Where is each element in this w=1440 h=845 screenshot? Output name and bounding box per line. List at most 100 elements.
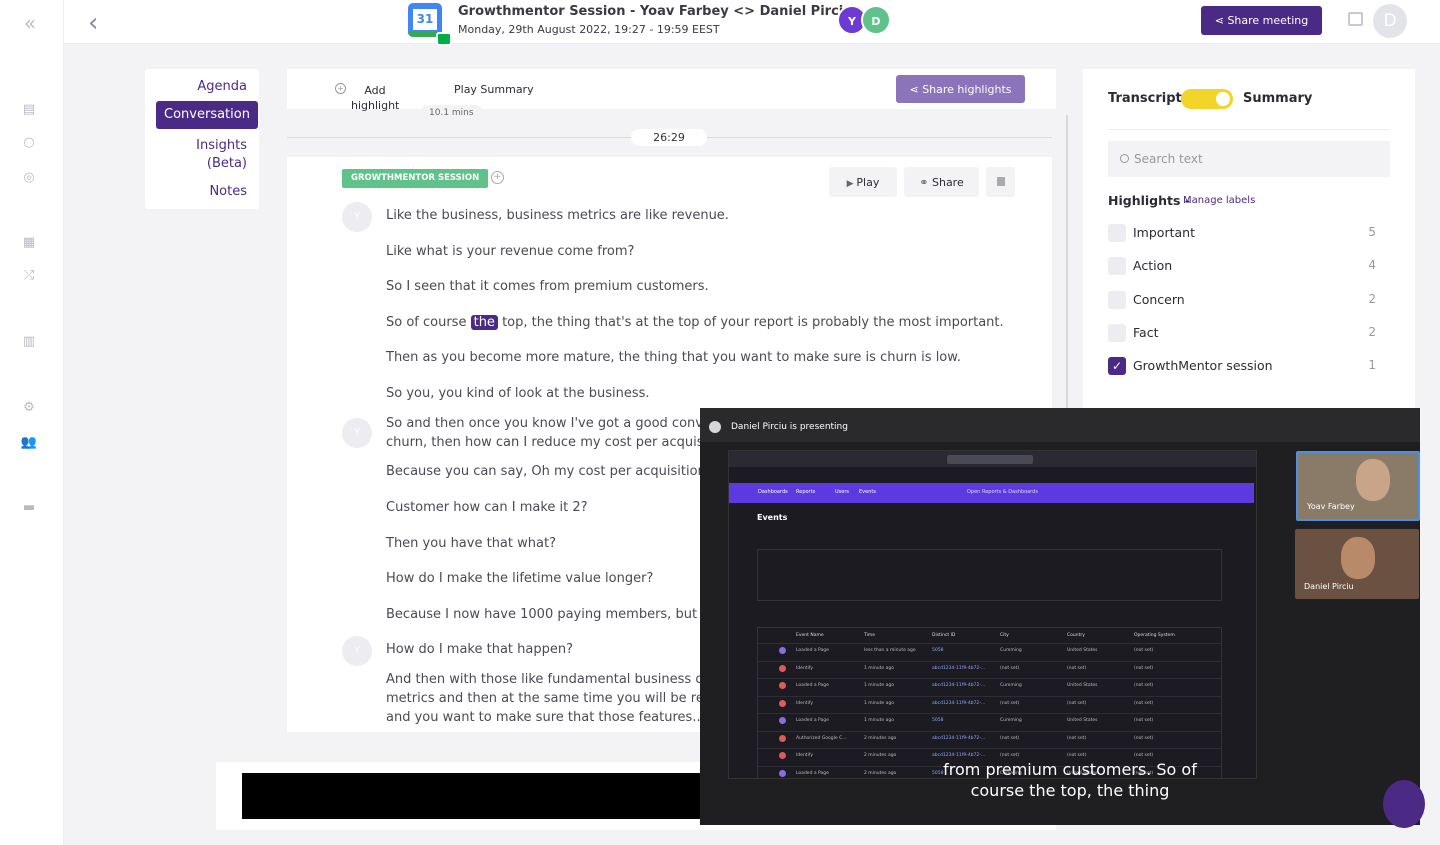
table-cell: 5058	[932, 718, 944, 723]
highlight-tag[interactable]: GROWTHMENTOR SESSION	[342, 169, 489, 188]
timeline-time: 26:29	[631, 129, 707, 146]
dashboard-icon[interactable]: ▦	[20, 234, 38, 252]
globe-icon[interactable]: ◎	[20, 169, 38, 187]
share-button[interactable]: ⚭ Share	[904, 167, 979, 197]
transcript-line[interactable]: How do I make the lifetime value longer?	[386, 570, 653, 588]
table-header-cell: Time	[864, 633, 876, 638]
team-icon[interactable]: 👥	[20, 434, 38, 452]
collapse-icon[interactable]: «	[18, 13, 42, 33]
table-cell: (not set)	[1134, 700, 1154, 706]
transcript-line[interactable]: Like the business, business metrics are …	[386, 207, 729, 225]
table-cell: abcd1234-11f9-4b72-...	[932, 753, 986, 758]
transcript-line[interactable]: Because you can say, Oh my cost per acqu…	[386, 463, 706, 481]
highlights-heading: Highlights -	[1108, 193, 1190, 208]
checkbox[interactable]	[1108, 224, 1126, 242]
play-summary-button[interactable]: Play Summary	[454, 83, 534, 96]
highlights-panel: Transcript Summary Highlights - Manage l…	[1083, 69, 1415, 414]
transcript-line[interactable]: So you, you kind of look at the business…	[386, 385, 650, 403]
highlight-filter-row[interactable]: ✓ GrowthMentor session 1	[1108, 356, 1376, 376]
highlight-filter-row[interactable]: Important 5	[1108, 223, 1376, 243]
meeting-date: Monday, 29th August 2022, 19:27 - 19:59 …	[458, 23, 720, 36]
table-cell: (not set)	[1000, 735, 1020, 741]
share-meeting-button[interactable]: ⋖ Share meeting	[1201, 6, 1322, 35]
highlight-filter-row[interactable]: Action 4	[1108, 256, 1376, 276]
checkbox[interactable]	[1108, 291, 1126, 309]
table-cell: Authorized Google C...	[796, 735, 847, 741]
table-cell: (not set)	[1134, 665, 1154, 671]
transcript-line[interactable]: and you want to make sure that those fea…	[386, 709, 705, 727]
settings-icon[interactable]: ⚙	[20, 399, 38, 417]
back-arrow-icon[interactable]: ‹	[88, 8, 98, 38]
table-cell: Identify	[796, 753, 813, 758]
share-highlights-button[interactable]: ⋖ Share highlights	[896, 75, 1025, 103]
transcript-line[interactable]: Customer how can I make it 2?	[386, 499, 588, 517]
table-cell: less than a minute ago	[864, 648, 916, 653]
tab-agenda[interactable]: Agenda	[197, 79, 247, 94]
notes-icon[interactable]: ▤	[20, 101, 38, 119]
checkbox[interactable]	[1108, 257, 1126, 275]
table-cell: Cumming	[1000, 648, 1022, 653]
highlight-filter-row[interactable]: Fact 2	[1108, 323, 1376, 343]
chart-icon[interactable]: ▥	[20, 333, 38, 351]
transcript-line[interactable]: So of course the top, the thing that's a…	[386, 314, 1004, 332]
tab-insights[interactable]: Insights (Beta)	[196, 137, 247, 173]
calendar-day: 31	[413, 9, 437, 30]
table-cell: (not set)	[1134, 683, 1154, 688]
speaker-avatar: Y	[342, 636, 372, 666]
participant-video[interactable]: Yoav Farbey	[1296, 451, 1420, 521]
transcript-line[interactable]: How do I make that happen?	[386, 641, 573, 659]
table-cell: Cumming	[1000, 683, 1022, 688]
card-icon[interactable]: ▬	[20, 499, 38, 517]
chat-launcher-button[interactable]	[1383, 780, 1425, 828]
transcript-line[interactable]: Then as you become more mature, the thin…	[386, 349, 961, 367]
view-tabs: Agenda Conversation Insights (Beta) Notes	[145, 69, 259, 209]
table-cell: (not set)	[1000, 700, 1020, 706]
table-cell: abcd1234-11f9-4b72-...	[932, 665, 986, 671]
table-cell: United States	[1067, 683, 1098, 688]
manage-labels-link[interactable]: Manage labels	[1183, 195, 1255, 206]
event-dot-icon	[779, 717, 786, 724]
add-tag-icon[interactable]: +	[491, 171, 504, 184]
transcript-line[interactable]: Because I now have 1000 paying members, …	[386, 606, 714, 624]
highlighted-word[interactable]: the	[470, 315, 498, 330]
browser-toolbar	[729, 451, 1256, 467]
participant-video[interactable]: Daniel Pirciu	[1295, 529, 1419, 599]
chat-icon[interactable]	[1348, 12, 1363, 26]
play-icon: ▶	[846, 178, 857, 189]
tab-conversation[interactable]: Conversation	[156, 101, 258, 129]
events-table: Event Name Time Distinct ID City Country Oper…	[757, 627, 1222, 778]
highlight-filter-row[interactable]: Concern 2	[1108, 290, 1376, 310]
transcript-line[interactable]: churn, then how can I reduce my cost per…	[386, 434, 704, 452]
table-cell: (not set)	[1067, 700, 1087, 706]
transcript-line[interactable]: metrics and then at the same time you wi…	[386, 690, 704, 708]
transcript-line[interactable]: So and then once you know I've got a goo…	[386, 415, 703, 433]
participant-avatar[interactable]: D	[861, 5, 891, 35]
meeting-title[interactable]: Growthmentor Session - Yoav Farbey <> Da…	[458, 4, 866, 19]
event-dot-icon	[779, 647, 786, 654]
transcript-line[interactable]: So I seen that it comes from premium cus…	[386, 278, 709, 296]
play-button[interactable]: ▶ Play	[829, 167, 897, 197]
checkbox-checked[interactable]: ✓	[1108, 357, 1126, 375]
add-highlight-button[interactable]: + Add highlight	[335, 83, 399, 113]
shuffle-icon[interactable]: ⤮	[20, 267, 38, 285]
app-nav: Dashboards Reports Users Events Open Rep…	[729, 483, 1254, 503]
table-header-cell: Country	[1067, 633, 1085, 638]
highlight-toolbar: + Add highlight Play Summary ⋖ Share high…	[287, 69, 1056, 112]
transcript-line[interactable]: And then with those like fundamental bus…	[386, 671, 704, 689]
table-cell: (not set)	[1067, 735, 1087, 741]
video-player[interactable]: Daniel Pirciu is presenting Dashboards R…	[700, 408, 1420, 825]
search-input[interactable]	[1108, 141, 1390, 177]
table-cell: (not set)	[1000, 753, 1020, 758]
transcript-summary-toggle[interactable]	[1181, 89, 1233, 109]
share-icon: ⋖	[909, 82, 923, 96]
summary-duration: 10.1 mins	[420, 105, 483, 121]
delete-button[interactable]	[986, 167, 1015, 197]
presenter-avatar	[709, 421, 721, 433]
search-icon[interactable]: ○	[20, 134, 38, 152]
user-avatar[interactable]: D	[1373, 4, 1407, 38]
checkbox[interactable]	[1108, 324, 1126, 342]
transcript-line[interactable]: Like what is your revenue come from?	[386, 243, 634, 261]
transcript-line[interactable]: Then you have that what?	[386, 535, 556, 553]
table-cell: 1 minute ago	[864, 700, 894, 706]
tab-notes[interactable]: Notes	[209, 184, 247, 199]
